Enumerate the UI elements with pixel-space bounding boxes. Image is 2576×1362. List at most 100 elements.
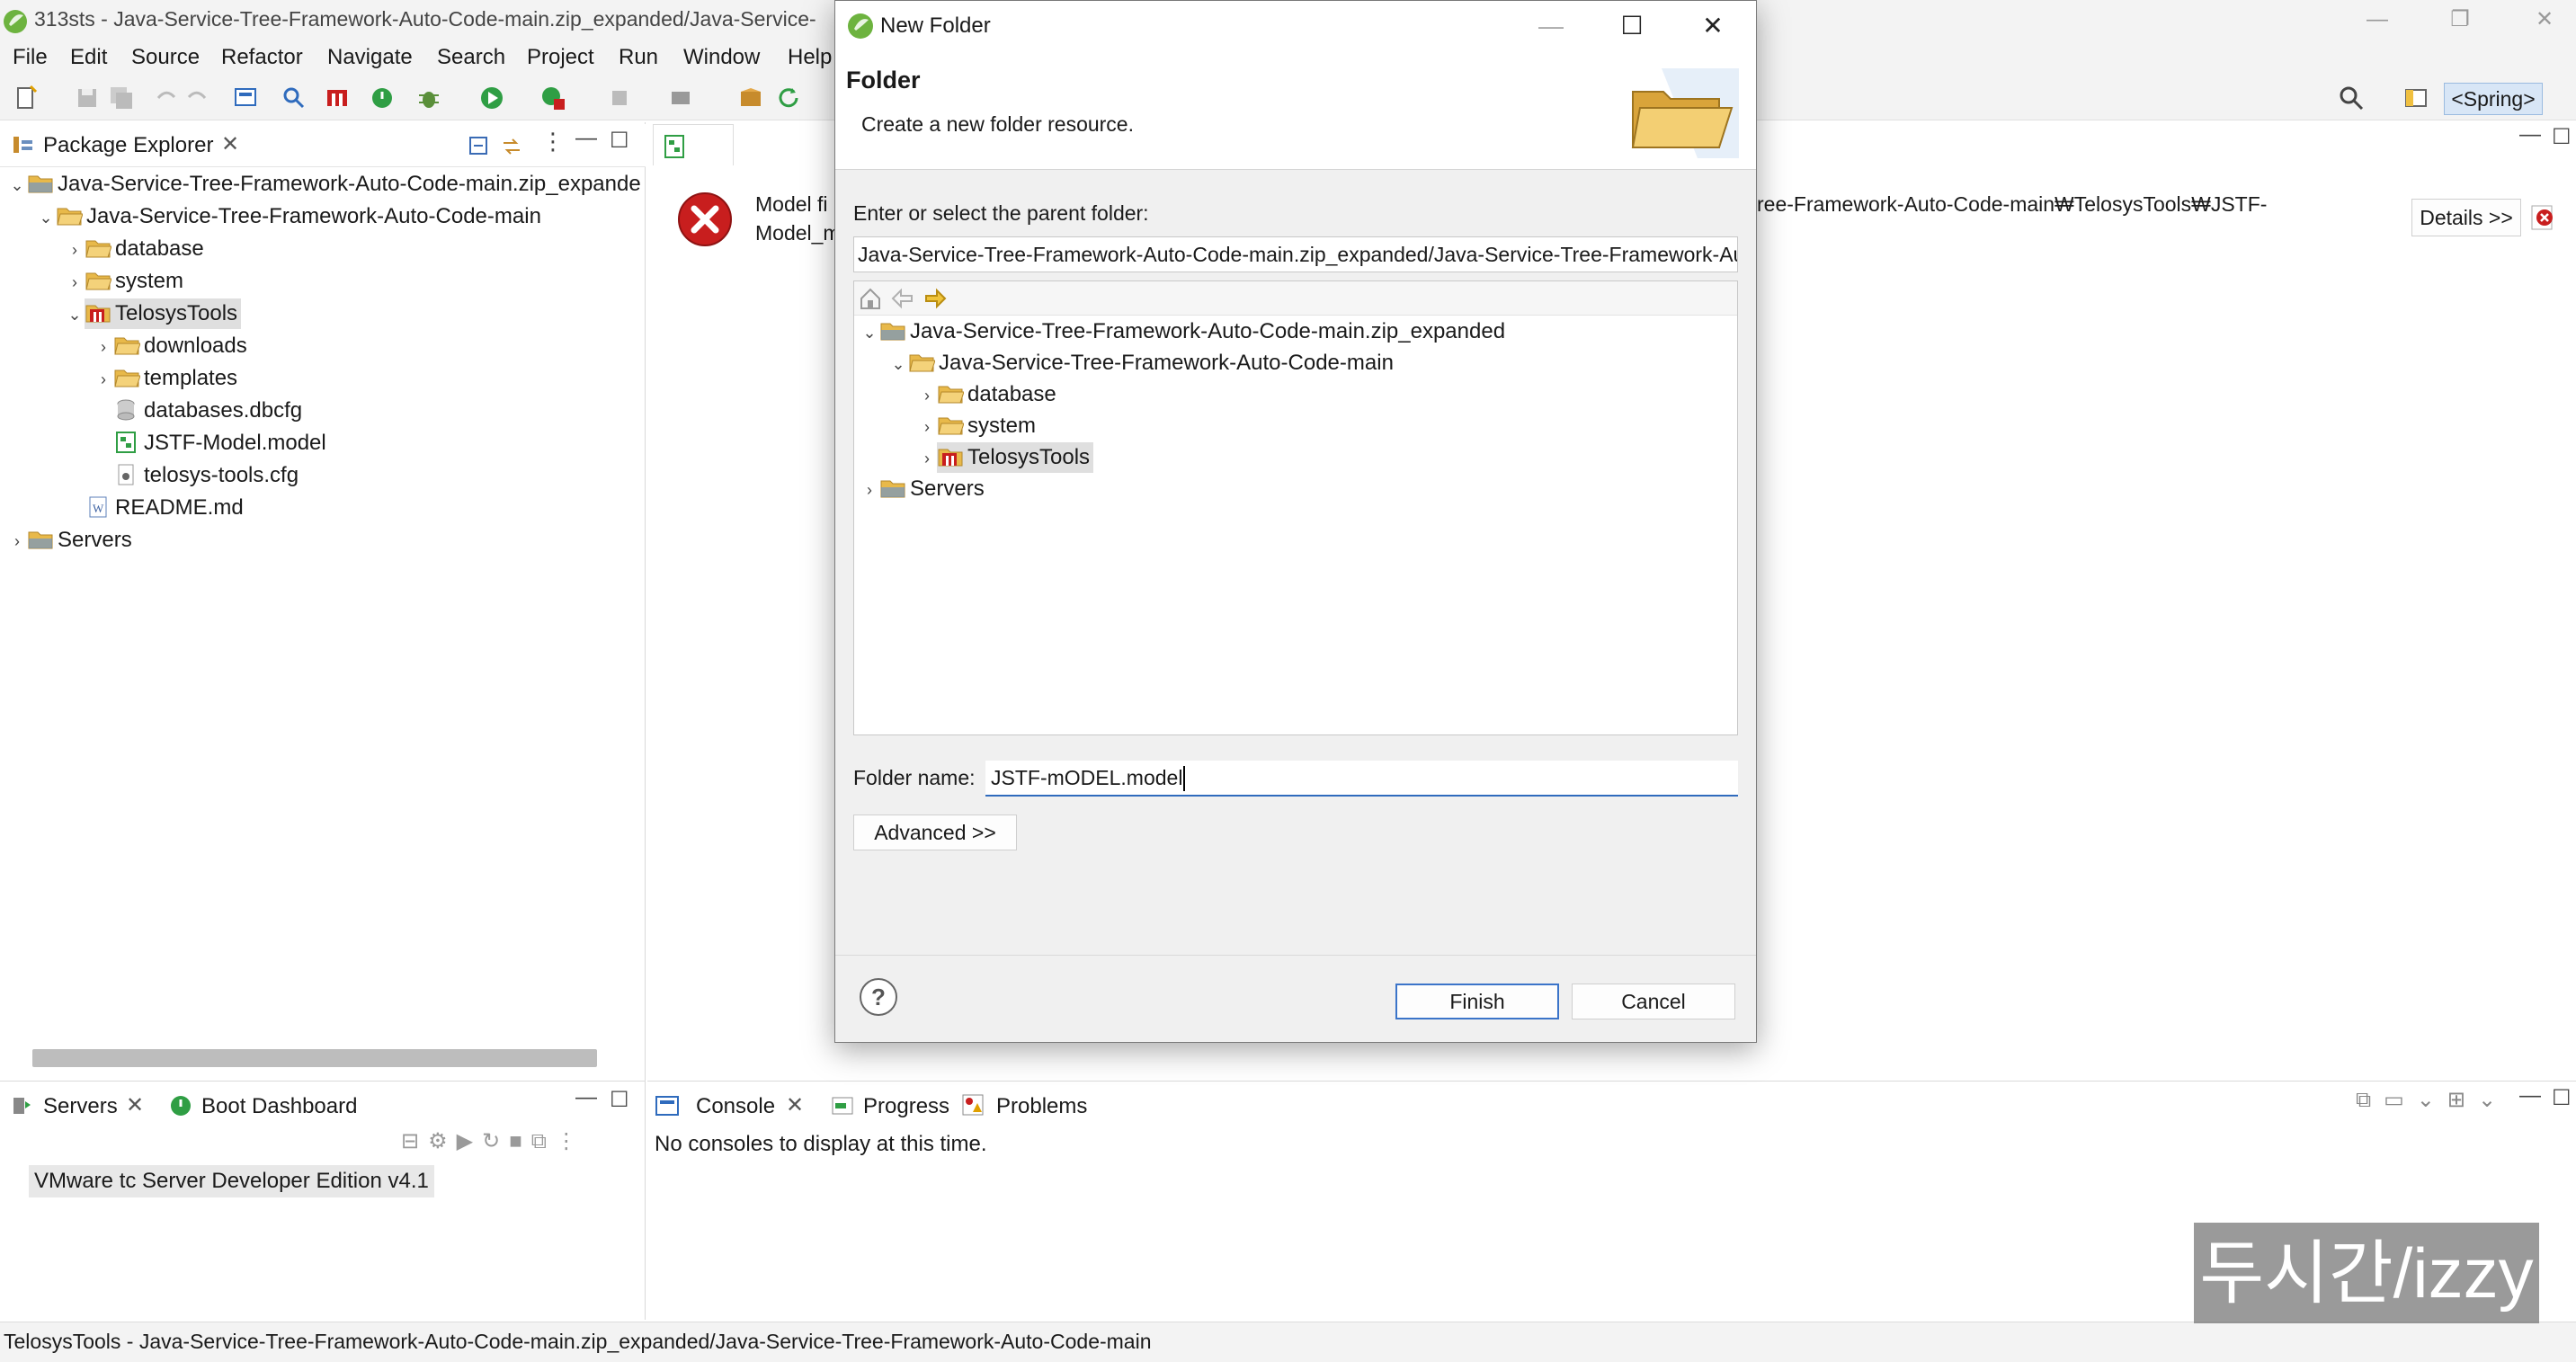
chevron-down-icon[interactable]: ⌄ (36, 202, 56, 233)
dialog-tree-item-project[interactable]: ⌄ Java-Service-Tree-Framework-Auto-Code-m… (860, 316, 1505, 347)
chevron-right-icon[interactable]: › (917, 412, 937, 442)
tab-progress[interactable]: Progress (863, 1094, 949, 1119)
minimize-view-icon[interactable]: — (2519, 1083, 2541, 1108)
tree-item-databases-dbcfg[interactable]: databases.dbcfg (113, 396, 302, 426)
menu-project[interactable]: Project (527, 45, 594, 70)
editor-tab[interactable] (653, 124, 734, 165)
chevron-right-icon[interactable]: › (7, 526, 27, 556)
undo-icon[interactable] (153, 85, 180, 111)
dialog-tree-item-servers[interactable]: › Servers (860, 474, 985, 504)
tree-item-jstf-model[interactable]: JSTF-Model.model (113, 428, 326, 458)
open-perspective-icon[interactable] (2402, 85, 2429, 111)
finish-button[interactable]: Finish (1395, 984, 1559, 1019)
cancel-button[interactable]: Cancel (1572, 984, 1735, 1019)
dialog-close-button[interactable]: ✕ (1671, 1, 1754, 53)
close-tab-icon[interactable]: ✕ (786, 1092, 804, 1118)
advanced-button[interactable]: Advanced >> (853, 815, 1017, 850)
tree-item-database[interactable]: › database (65, 234, 204, 264)
chevron-right-icon[interactable]: › (65, 235, 85, 265)
menu-help[interactable]: Help (788, 45, 832, 70)
tab-problems[interactable]: Problems (996, 1094, 1087, 1119)
menu-refactor[interactable]: Refactor (221, 45, 303, 70)
chevron-down-icon[interactable]: ⌄ (65, 299, 85, 330)
server-entry[interactable]: VMware tc Server Developer Edition v4.1 (29, 1165, 434, 1197)
tree-item-telosystools[interactable]: ⌄ TelosysTools (65, 298, 242, 330)
tab-package-explorer[interactable]: Package Explorer (43, 133, 213, 158)
chevron-right-icon[interactable]: › (860, 475, 879, 505)
new-package-icon[interactable] (737, 85, 764, 111)
collapse-all-icon[interactable] (468, 135, 491, 158)
chevron-right-icon[interactable]: › (917, 443, 937, 474)
details-button[interactable]: Details >> (2411, 199, 2521, 236)
help-button[interactable]: ? (860, 978, 897, 1016)
dialog-minimize-button[interactable]: — (1510, 1, 1592, 53)
redo-icon[interactable] (183, 85, 210, 111)
stop-icon[interactable] (606, 85, 633, 111)
close-tab-icon[interactable]: ✕ (221, 131, 239, 157)
maximize-view-icon[interactable]: ☐ (610, 128, 629, 154)
boot-dashboard-icon[interactable] (369, 85, 396, 111)
tab-console[interactable]: Console (696, 1094, 775, 1119)
run-icon[interactable] (478, 85, 505, 111)
tree-item-system[interactable]: › system (65, 266, 183, 297)
dialog-tree-item-system[interactable]: › system (917, 411, 1036, 441)
home-icon[interactable] (858, 286, 883, 311)
dialog-tree-item-database[interactable]: › database (917, 379, 1056, 410)
chevron-right-icon[interactable]: › (94, 332, 113, 362)
refresh-icon[interactable] (775, 85, 802, 111)
console-actions-icons[interactable]: ⧉▭⌄⊞⌄ (2356, 1087, 2509, 1113)
chevron-right-icon[interactable]: › (917, 380, 937, 411)
menu-run[interactable]: Run (619, 45, 658, 70)
forward-arrow-icon[interactable] (923, 286, 948, 311)
tree-item-servers[interactable]: › Servers (7, 525, 132, 556)
save-all-icon[interactable] (108, 85, 135, 111)
chevron-right-icon[interactable]: › (94, 364, 113, 395)
menu-file[interactable]: File (13, 45, 48, 70)
menu-search[interactable]: Search (437, 45, 505, 70)
console-view-icon[interactable] (232, 85, 259, 111)
parent-folder-input[interactable]: Java-Service-Tree-Framework-Auto-Code-ma… (853, 236, 1738, 272)
run-external-icon[interactable] (539, 85, 566, 111)
restore-button[interactable]: ❐ (2433, 0, 2487, 41)
link-with-editor-icon[interactable] (500, 135, 523, 158)
spring-perspective-button[interactable]: <Spring> (2444, 83, 2543, 115)
menu-source[interactable]: Source (131, 45, 200, 70)
chevron-right-icon[interactable]: › (65, 267, 85, 298)
minimize-button[interactable]: — (2350, 0, 2404, 41)
close-window-button[interactable]: ✕ (2518, 0, 2572, 41)
chevron-down-icon[interactable]: ⌄ (860, 317, 879, 348)
minimize-view-icon[interactable]: — (575, 126, 597, 151)
minimize-editor-icon[interactable]: — (2519, 122, 2541, 147)
maximize-view-icon[interactable]: ☐ (2552, 1085, 2572, 1111)
menu-navigate[interactable]: Navigate (327, 45, 413, 70)
dialog-tree-item-main-folder[interactable]: ⌄ Java-Service-Tree-Framework-Auto-Code-m… (888, 348, 1393, 379)
search-tool-icon[interactable] (281, 85, 308, 111)
tree-item-templates[interactable]: › templates (94, 363, 237, 394)
dialog-tree-item-telosystools[interactable]: › TelosysTools (917, 442, 1094, 474)
menu-window[interactable]: Window (683, 45, 760, 70)
chevron-down-icon[interactable]: ⌄ (888, 349, 908, 379)
new-icon[interactable] (13, 85, 40, 111)
debug-icon[interactable] (415, 85, 442, 111)
tree-item-project[interactable]: ⌄ Java-Service-Tree-Framework-Auto-Code-m… (7, 169, 640, 200)
chevron-down-icon[interactable]: ⌄ (7, 170, 27, 200)
dialog-maximize-button[interactable]: ☐ (1591, 1, 1673, 53)
save-icon[interactable] (74, 85, 101, 111)
error-log-icon[interactable] (2528, 203, 2557, 232)
tree-item-main-folder[interactable]: ⌄ Java-Service-Tree-Framework-Auto-Code-m… (36, 201, 540, 233)
search-icon[interactable] (2338, 85, 2365, 111)
horizontal-scrollbar[interactable] (32, 1049, 597, 1067)
menu-edit[interactable]: Edit (70, 45, 107, 70)
tree-item-readme[interactable]: W README.md (85, 493, 244, 523)
back-arrow-icon[interactable] (890, 286, 915, 311)
tab-boot-dashboard[interactable]: Boot Dashboard (201, 1094, 357, 1119)
minimize-view-icon[interactable]: — (575, 1085, 597, 1110)
tab-servers[interactable]: Servers (43, 1094, 118, 1119)
build-icon[interactable] (667, 85, 694, 111)
tree-item-downloads[interactable]: › downloads (94, 331, 247, 361)
maximize-view-icon[interactable]: ☐ (610, 1087, 629, 1113)
tree-item-telosys-cfg[interactable]: telosys-tools.cfg (113, 460, 299, 491)
server-actions-icons[interactable]: ⊟⚙▶↻■⧉⋮ (401, 1128, 586, 1154)
view-menu-icon[interactable]: ⋮ (541, 128, 565, 156)
maximize-editor-icon[interactable]: ☐ (2552, 124, 2572, 150)
